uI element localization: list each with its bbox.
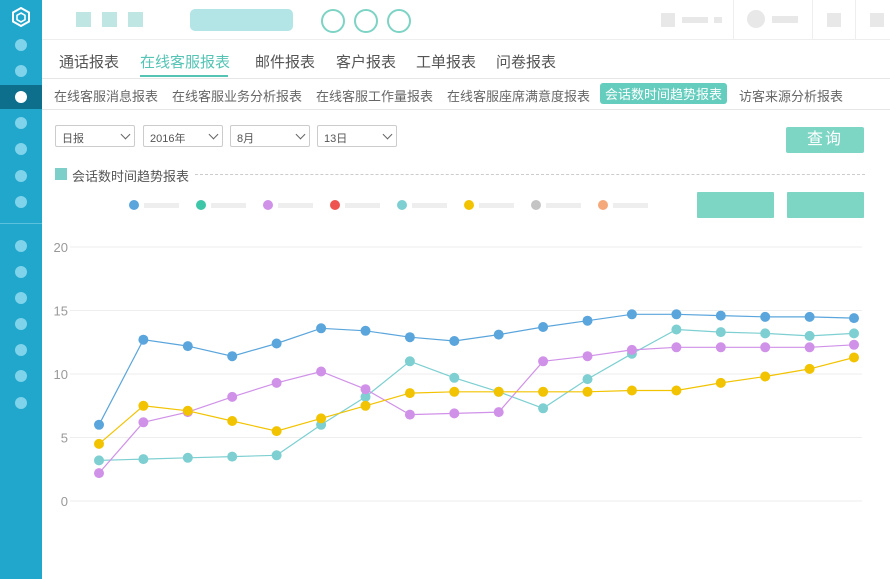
y-tick-label: 10 xyxy=(54,367,68,382)
data-point[interactable] xyxy=(182,341,193,352)
data-point[interactable] xyxy=(138,454,149,465)
data-point[interactable] xyxy=(94,455,104,466)
data-point[interactable] xyxy=(449,336,460,346)
data-point[interactable] xyxy=(138,417,149,428)
data-point[interactable] xyxy=(271,450,282,461)
data-point[interactable] xyxy=(449,372,460,383)
data-point[interactable] xyxy=(760,371,771,382)
data-point[interactable] xyxy=(582,386,593,397)
data-point[interactable] xyxy=(715,342,726,353)
data-point[interactable] xyxy=(404,356,415,367)
data-point[interactable] xyxy=(94,419,104,430)
data-point[interactable] xyxy=(271,426,282,437)
data-point[interactable] xyxy=(671,385,682,396)
data-point[interactable] xyxy=(804,330,815,341)
y-tick-label: 0 xyxy=(61,494,68,509)
data-point[interactable] xyxy=(493,329,504,340)
data-point[interactable] xyxy=(538,386,549,397)
data-point[interactable] xyxy=(493,407,504,418)
data-point[interactable] xyxy=(94,438,104,449)
data-point[interactable] xyxy=(582,351,593,362)
data-point[interactable] xyxy=(626,344,637,355)
data-point[interactable] xyxy=(404,409,415,420)
data-point[interactable] xyxy=(227,451,238,462)
data-point[interactable] xyxy=(626,309,637,320)
data-point[interactable] xyxy=(316,366,327,377)
data-point[interactable] xyxy=(404,332,415,343)
data-point[interactable] xyxy=(715,327,726,338)
data-point[interactable] xyxy=(538,403,549,414)
data-point[interactable] xyxy=(582,374,593,385)
y-tick-label: 15 xyxy=(54,304,68,319)
data-point[interactable] xyxy=(360,384,371,395)
data-point[interactable] xyxy=(760,311,771,322)
data-point[interactable] xyxy=(804,311,815,322)
data-point[interactable] xyxy=(227,351,238,362)
series-line xyxy=(98,313,855,426)
data-point[interactable] xyxy=(449,408,460,419)
data-point[interactable] xyxy=(760,342,771,353)
data-point[interactable] xyxy=(94,468,104,479)
data-point[interactable] xyxy=(182,452,193,463)
data-point[interactable] xyxy=(227,416,238,426)
series-line xyxy=(98,328,855,461)
data-point[interactable] xyxy=(804,363,815,374)
data-point[interactable] xyxy=(849,352,859,363)
data-point[interactable] xyxy=(804,342,815,353)
data-point[interactable] xyxy=(626,385,637,396)
y-tick-label: 20 xyxy=(54,240,68,255)
series-line xyxy=(98,356,855,445)
data-point[interactable] xyxy=(449,386,460,397)
data-point[interactable] xyxy=(182,405,193,416)
data-point[interactable] xyxy=(138,334,149,345)
data-point[interactable] xyxy=(849,328,859,339)
data-point[interactable] xyxy=(849,339,859,350)
data-point[interactable] xyxy=(404,388,415,399)
y-tick-label: 5 xyxy=(61,431,68,446)
data-point[interactable] xyxy=(271,338,282,349)
data-point[interactable] xyxy=(715,310,726,321)
data-point[interactable] xyxy=(849,313,859,324)
data-point[interactable] xyxy=(760,328,771,339)
data-point[interactable] xyxy=(316,413,327,424)
data-point[interactable] xyxy=(271,377,282,388)
data-point[interactable] xyxy=(360,400,371,411)
data-point[interactable] xyxy=(360,325,371,336)
data-point[interactable] xyxy=(316,323,327,334)
series-line xyxy=(98,344,855,474)
data-point[interactable] xyxy=(671,309,682,320)
data-point[interactable] xyxy=(138,400,149,411)
line-chart: 0 5 10 15 20 xyxy=(54,240,862,509)
data-point[interactable] xyxy=(582,315,593,326)
data-point[interactable] xyxy=(538,356,549,367)
data-point[interactable] xyxy=(538,322,549,332)
data-point[interactable] xyxy=(493,386,504,397)
data-point[interactable] xyxy=(671,324,682,335)
data-point[interactable] xyxy=(671,342,682,353)
data-point[interactable] xyxy=(227,391,238,402)
data-point[interactable] xyxy=(715,377,726,388)
